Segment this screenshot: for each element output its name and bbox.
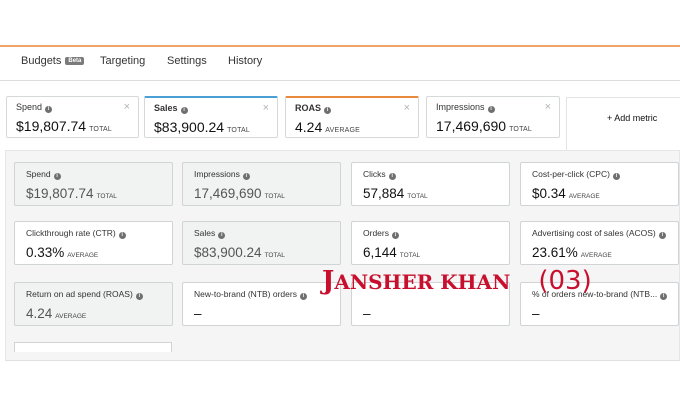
metric-card-label: Advertising cost of sales (ACOS) i [532,228,666,239]
watermark-text: JANSHER KHAN (03) [322,266,592,296]
metric-card-value: 17,469,690 TOTAL [194,186,285,201]
summary-card-sales[interactable]: Sales i × $83,900.24 TOTAL [144,96,278,138]
info-icon: i [45,106,53,113]
metric-card-label: Clickthrough rate (CTR) i [26,228,126,239]
metric-card-partial [14,342,172,352]
info-icon: i [218,232,226,239]
info-icon: i [388,173,396,180]
tab-bar: Budgets Beta Targeting Settings History [0,47,680,81]
metric-card-label: Cost-per-click (CPC) i [532,169,620,180]
summary-card-label: ROAS i [295,103,332,114]
add-metric-label: + Add metric [607,113,658,123]
metric-card-label: Clicks i [363,169,396,180]
close-icon[interactable]: × [263,102,269,114]
beta-badge: Beta [65,57,85,65]
metric-card[interactable]: Advertising cost of sales (ACOS) i 23.61% A… [520,221,679,265]
summary-card-roas[interactable]: ROAS i × 4.24 AVERAGE [285,96,419,138]
metric-card[interactable]: Spend i $19,807.74 TOTAL [14,162,173,206]
metric-card-label: Return on ad spend (ROAS) i [26,289,143,300]
summary-card-value: $19,807.74 TOTAL [16,118,112,134]
metric-card[interactable]: Impressions i 17,469,690 TOTAL [182,162,341,206]
info-icon: i [391,232,399,239]
metric-card-value: 23.61% AVERAGE [532,245,612,260]
tab-history[interactable]: History [228,55,262,67]
info-icon: i [299,293,307,300]
info-icon: i [660,293,668,300]
info-icon: i [242,173,250,180]
info-icon: i [118,232,126,239]
summary-card-label: Spend i [16,102,53,113]
summary-card-value: $83,900.24 TOTAL [154,119,250,135]
metric-card-value: 0.33% AVERAGE [26,245,99,260]
add-metric-button[interactable]: + Add metric [566,97,680,152]
metric-card[interactable]: Clicks i 57,884 TOTAL [351,162,510,206]
summary-card-value: 4.24 AVERAGE [295,119,360,135]
info-icon: i [487,106,495,113]
metric-card-value: 4.24 AVERAGE [26,306,87,321]
metric-card[interactable]: Return on ad spend (ROAS) i 4.24 AVERAGE [14,282,173,326]
info-icon: i [135,293,143,300]
metric-card[interactable]: Orders i 6,144 TOTAL [351,221,510,265]
info-icon: i [324,107,332,114]
tab-budgets[interactable]: Budgets Beta [21,55,85,67]
info-icon: i [180,107,188,114]
close-icon[interactable]: × [124,101,130,113]
tab-budgets-label: Budgets [21,55,62,67]
metric-card[interactable]: Clickthrough rate (CTR) i 0.33% AVERAGE [14,221,173,265]
metric-card-value: 57,884 TOTAL [363,186,428,201]
metric-card-label: Sales i [194,228,226,239]
info-icon: i [658,232,666,239]
metric-card-value: – [532,306,540,321]
info-icon: i [53,173,61,180]
metric-card[interactable]: Cost-per-click (CPC) i $0.34 AVERAGE [520,162,679,206]
metric-card-value: $0.34 AVERAGE [532,186,600,201]
metric-card-value: $19,807.74 TOTAL [26,186,117,201]
metric-card-label: Orders i [363,228,399,239]
close-icon[interactable]: × [545,101,551,113]
metric-card-value: 6,144 TOTAL [363,245,421,260]
metric-card[interactable]: Sales i $83,900.24 TOTAL [182,221,341,265]
tab-targeting[interactable]: Targeting [100,55,145,67]
tab-settings[interactable]: Settings [167,55,207,67]
summary-card-impressions[interactable]: Impressions i × 17,469,690 TOTAL [426,96,560,138]
metric-card-label: Spend i [26,169,61,180]
metric-card-value: – [363,306,371,321]
panel-divider [5,360,680,361]
metric-card-value: – [194,306,202,321]
metric-card-label: New-to-brand (NTB) orders i [194,289,307,300]
metric-card-value: $83,900.24 TOTAL [194,245,285,260]
summary-card-label: Sales i [154,103,188,114]
summary-card-value: 17,469,690 TOTAL [436,118,532,134]
metric-card[interactable]: New-to-brand (NTB) orders i – [182,282,341,326]
close-icon[interactable]: × [404,102,410,114]
summary-card-label: Impressions i [436,102,495,113]
metric-card-label: Impressions i [194,169,250,180]
summary-card-spend[interactable]: Spend i × $19,807.74 TOTAL [6,96,139,138]
info-icon: i [612,173,620,180]
